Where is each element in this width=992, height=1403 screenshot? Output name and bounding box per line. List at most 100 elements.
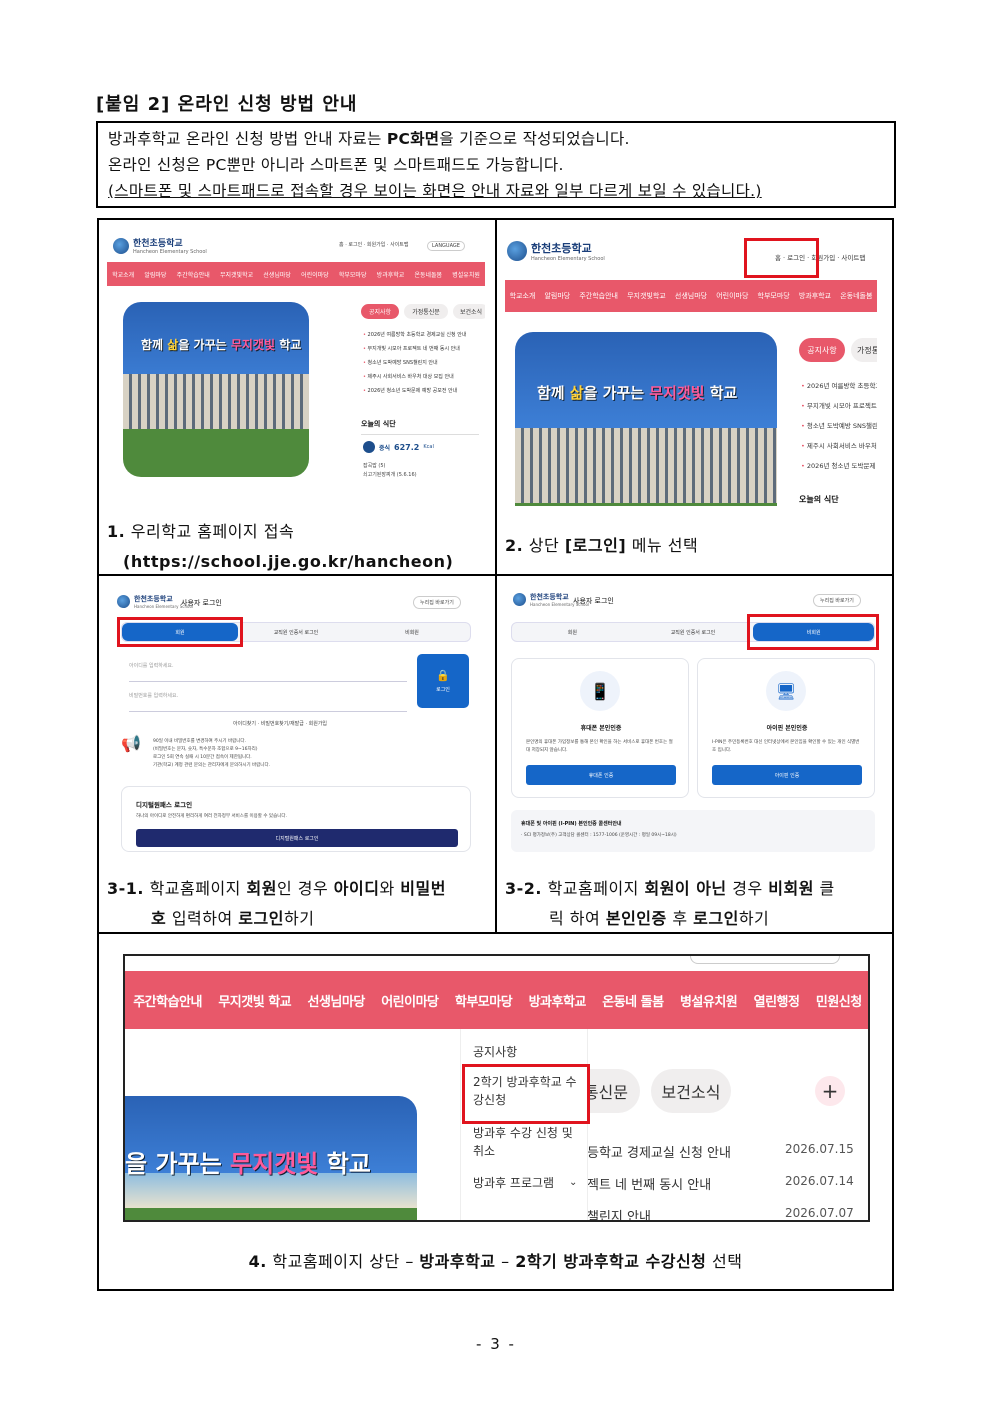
- chevron-down-icon[interactable]: ⌄: [569, 1174, 577, 1192]
- nav-item[interactable]: 학부모마당: [339, 270, 367, 279]
- meal-title: 오늘의 식단: [799, 495, 839, 504]
- news-item[interactable]: 제주시 사회서비스 바우처 대상 모집 안내: [801, 436, 877, 456]
- tab-newsletter[interactable]: 가정통신문: [404, 304, 448, 319]
- nav-item[interactable]: 학교소개: [112, 270, 134, 279]
- news-list: 2026년 여름방학 초등학교 경제교실 신청 안내 무지개빛 시모아 프로젝트…: [801, 376, 877, 476]
- nav-item[interactable]: 열린행정: [754, 991, 800, 1010]
- search-box[interactable]: [690, 956, 840, 964]
- id-field[interactable]: 아이디를 입력하세요.: [129, 656, 407, 682]
- nav-item[interactable]: 학부모마당: [455, 991, 513, 1010]
- tab-nonmember[interactable]: 비회원: [354, 623, 470, 641]
- tab-notice[interactable]: 공지사항: [799, 338, 845, 362]
- nav-item[interactable]: 민원신청: [816, 991, 862, 1010]
- tab-member[interactable]: 회원: [512, 623, 633, 641]
- nav-item-afterschool[interactable]: 방과후학교: [529, 991, 587, 1010]
- news-item[interactable]: 2026년 여름방학 초등학교 경제교실 신청 안내: [363, 328, 467, 342]
- member-login-screenshot: 한천초등학교 Hancheon Elementary School 사용자 로그인…: [107, 586, 485, 862]
- news-item[interactable]: 무지개빛 시모아 프로젝트 네 번째 동시 안내: [363, 342, 466, 356]
- meal-title: 오늘의 식단: [361, 420, 396, 428]
- tab-staff-cert[interactable]: 교직원 인증서 로그인: [633, 623, 754, 641]
- school-building-image: [123, 374, 309, 429]
- dropdown-item-apply-cancel[interactable]: 방과후 수강 신청 및 취소: [473, 1124, 579, 1160]
- nav-item[interactable]: 선생님마당: [675, 291, 707, 301]
- news-item[interactable]: 챌린지 안내: [587, 1206, 651, 1220]
- banner-slogan: 을 가꾸는 무지갯빛 학교: [125, 1150, 371, 1178]
- login-notice: 90일 이내 비밀번호를 변경하여 주시기 바랍니다. (비밀번호는 문자, 숫…: [153, 739, 271, 768]
- nav-item[interactable]: 방과후학교: [799, 291, 831, 301]
- account-links[interactable]: 아이디찾기 · 비밀번호찾기/재발급 · 회원가입: [233, 720, 327, 727]
- meal-calories: 중식 627.2 Kcal: [363, 441, 434, 453]
- news-item[interactable]: 2026년 청소년 도박문제 예방 공모전 안내: [363, 384, 466, 398]
- nav-item[interactable]: 병설유치원: [680, 991, 738, 1010]
- step-4-cell: 주간학습안내 무지갯빛 학교 선생님마당 어린이마당 학부모마당 방과후학교 온…: [99, 934, 892, 1289]
- news-item[interactable]: 청소년 도박예방 SNS챌린지 안내: [363, 356, 466, 370]
- nav-item[interactable]: 병설유치원: [452, 270, 480, 279]
- tab-health[interactable]: 보건소식: [651, 1069, 731, 1113]
- home-link[interactable]: 누리집 바로가기: [413, 596, 461, 609]
- nav-item[interactable]: 학부모마당: [758, 291, 790, 301]
- news-item[interactable]: 무지개빛 시모아 프로젝트 네 번째 동시 안내: [801, 396, 877, 416]
- plus-icon[interactable]: +: [815, 1076, 845, 1106]
- intro-line-3: (스마트폰 및 스마트패드로 접속할 경우 보이는 화면은 안내 자료와 일부 …: [108, 182, 762, 200]
- home-link[interactable]: 누리집 바로가기: [813, 594, 861, 607]
- news-item[interactable]: 제주시 사회서비스 바우처 대상 모집 안내: [363, 370, 466, 384]
- nav-item[interactable]: 선생님마당: [308, 991, 366, 1010]
- nav-item[interactable]: 주간학습안내: [177, 270, 210, 279]
- news-item[interactable]: 등학교 경제교실 신청 안내: [587, 1142, 731, 1161]
- nav-item[interactable]: 학교소개: [510, 291, 536, 301]
- news-item[interactable]: 2026년 청소년 도박문제 예방 공모전 안내: [801, 456, 877, 476]
- phone-auth-desc: 본인명의 휴대폰 가입정보를 통해 본인 확인을 하는 서비스로 휴대폰 번호는…: [526, 740, 673, 753]
- nav-item[interactable]: 어린이마당: [716, 291, 748, 301]
- intro-line-2: 온라인 신청은 PC뿐만 아니라 스마트폰 및 스마트패드도 가능합니다.: [108, 156, 564, 174]
- news-date: 2026.07.14: [785, 1174, 854, 1188]
- caption-step-3-2: 3-2. 학교홈페이지 회원이 아닌 경우 비회원 클 릭 하여 본인인증 후 …: [505, 879, 835, 928]
- ipin-auth-card: 🖥 아이핀 본인인증 I-PIN은 주민등록번호 대신 인터넷상에서 본인임을 …: [697, 658, 875, 798]
- nav-item[interactable]: 온동네 돌봄: [602, 991, 664, 1010]
- news-date: 2026.07.07: [785, 1206, 854, 1220]
- nonmember-login-screenshot: 한천초등학교 Hancheon Elementary School 사용자 로그인…: [505, 584, 883, 864]
- nav-item[interactable]: 온동네돌봄: [414, 270, 442, 279]
- highlight-apply-menu: [462, 1064, 590, 1124]
- nav-item[interactable]: 알림마당: [144, 270, 166, 279]
- highlight-member-tab: [117, 617, 243, 647]
- tab-staff-cert[interactable]: 교직원 인증서 로그인: [238, 623, 354, 641]
- nav-item[interactable]: 무지갯빛학교: [220, 270, 253, 279]
- nav-item[interactable]: 온동네돌봄: [840, 291, 872, 301]
- login-button[interactable]: 🔒 로그인: [417, 654, 469, 708]
- nav-item[interactable]: 알림마당: [544, 291, 570, 301]
- nav-item[interactable]: 선생님마당: [263, 270, 291, 279]
- main-nav: 주간학습안내 무지갯빛 학교 선생님마당 어린이마당 학부모마당 방과후학교 온…: [125, 971, 868, 1029]
- password-field[interactable]: 비밀번호를 입력하세요.: [129, 686, 407, 712]
- tab-newsletter[interactable]: 가정통신문: [851, 338, 877, 362]
- nav-item[interactable]: 무지갯빛 학교: [218, 991, 291, 1010]
- language-select[interactable]: LANGUAGE: [427, 241, 465, 251]
- nav-item[interactable]: 방과후학교: [377, 270, 405, 279]
- school-emblem-icon: [507, 241, 527, 261]
- nav-item[interactable]: 주간학습안내: [579, 291, 618, 301]
- dropdown-item-notice[interactable]: 공지사항: [473, 1043, 517, 1061]
- tab-health[interactable]: 보건소식: [453, 304, 485, 319]
- ipin-auth-desc: I-PIN은 주민등록번호 대신 인터넷상에서 본인임을 확인할 수 있는 개인…: [712, 740, 860, 753]
- top-links[interactable]: 홈 · 로그인 · 회원가입 · 사이트맵: [339, 241, 409, 248]
- phone-icon: 📱: [580, 671, 620, 711]
- lock-icon: 🔒: [436, 669, 450, 682]
- banner-slogan: 함께 삶을 가꾸는 무지갯빛 학교: [141, 338, 302, 352]
- ipin-auth-button[interactable]: 아이핀 인증: [712, 765, 862, 785]
- digital-onepass-button[interactable]: 디지털원패스 로그인: [136, 829, 458, 847]
- nav-item[interactable]: 어린이마당: [301, 270, 329, 279]
- main-nav: 학교소개 알림마당 주간학습안내 무지갯빛학교 선생님마당 어린이마당 학부모마…: [505, 280, 877, 312]
- news-item[interactable]: 청소년 도박예방 SNS챌린지 안내: [801, 416, 877, 436]
- nav-item[interactable]: 주간학습안내: [133, 991, 202, 1010]
- news-list: 2026년 여름방학 초등학교 경제교실 신청 안내 무지개빛 시모아 프로젝트…: [363, 328, 467, 398]
- dropdown-item-programs[interactable]: 방과후 프로그램: [473, 1174, 554, 1192]
- meal-icon: [363, 441, 375, 453]
- afterschool-menu-screenshot: 주간학습안내 무지갯빛 학교 선생님마당 어린이마당 학부모마당 방과후학교 온…: [123, 954, 870, 1222]
- school-emblem-icon: [113, 237, 129, 254]
- tab-notice[interactable]: 공지사항: [361, 304, 399, 319]
- afterschool-dropdown: 공지사항 2학기 방과후학교 수강신청 방과후 수강 신청 및 취소 방과후 프…: [460, 1029, 588, 1220]
- news-item[interactable]: 2026년 여름방학 초등학교 경제교실 신청 안내: [801, 376, 877, 396]
- phone-auth-button[interactable]: 휴대폰 인증: [526, 765, 676, 785]
- nav-item[interactable]: 어린이마당: [381, 991, 439, 1010]
- news-item[interactable]: 젝트 네 번째 동시 안내: [587, 1174, 711, 1193]
- nav-item[interactable]: 무지갯빛학교: [627, 291, 666, 301]
